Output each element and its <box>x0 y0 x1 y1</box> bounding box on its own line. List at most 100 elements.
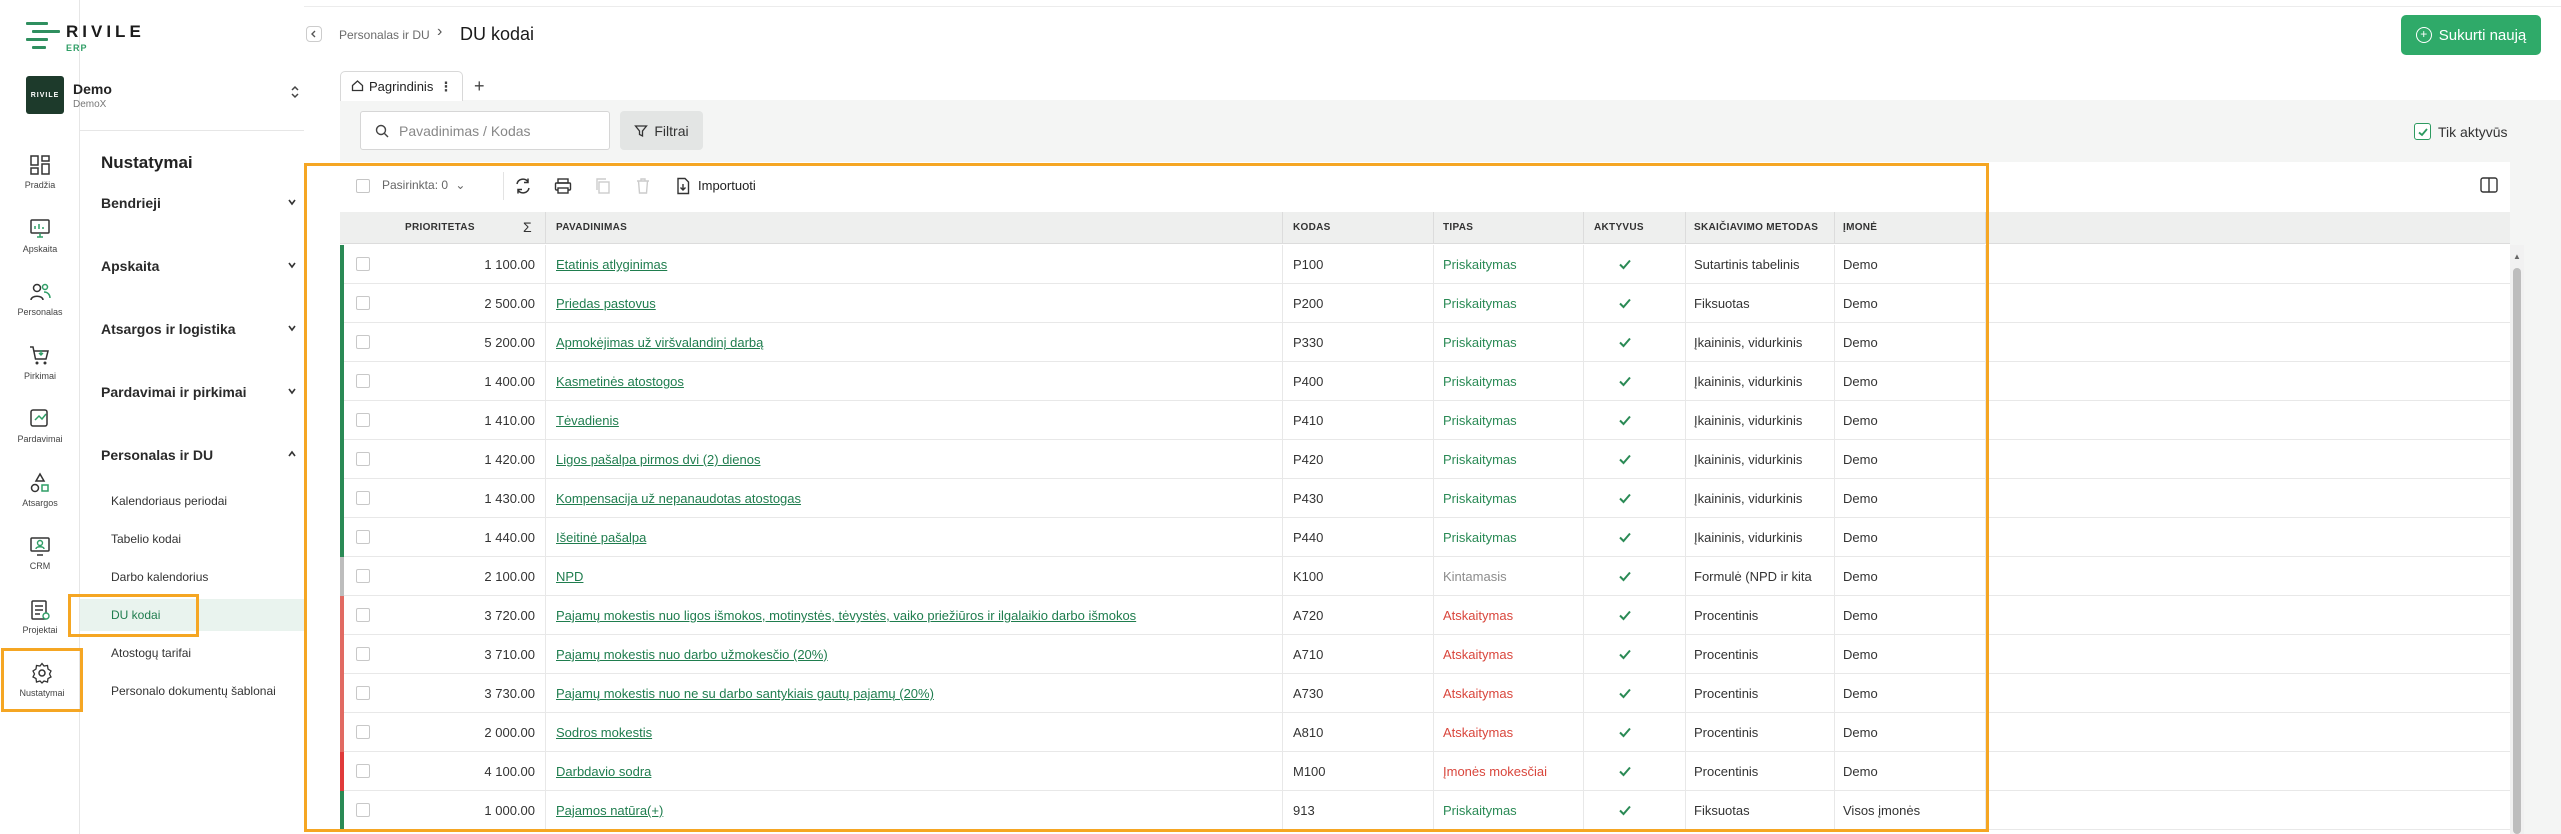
submenu-link-0[interactable]: Kalendoriaus periodai <box>80 485 304 517</box>
tab-menu-icon[interactable]: ⋮ <box>439 79 452 95</box>
table-row[interactable]: 2 100.00 NPD K100 Kintamasis Formulė (NPD ir… <box>340 557 2510 596</box>
col-header-company[interactable]: ĮMONĖ <box>1843 222 1877 233</box>
selection-dropdown[interactable]: Pasirinkta: 0 ⌄ <box>382 178 465 192</box>
rail-item-4[interactable]: Pardavimai <box>0 394 80 458</box>
cell-name[interactable]: Apmokėjimas už viršvalandinį darbą <box>556 335 763 350</box>
submenu-link-5[interactable]: Personalo dokumentų šablonai <box>80 675 304 707</box>
submenu-link-4[interactable]: Atostogų tarifai <box>80 637 304 669</box>
col-header-priority[interactable]: PRIORITETAS <box>405 222 475 233</box>
table-row[interactable]: 2 000.00 Sodros mokestis A810 Atskaitymas Pr… <box>340 713 2510 752</box>
rail-item-1[interactable]: Apskaita <box>0 204 80 268</box>
cell-name[interactable]: Ligos pašalpa pirmos dvi (2) dienos <box>556 452 761 467</box>
table-row[interactable]: 4 100.00 Darbdavio sodra M100 Įmonės mokesč… <box>340 752 2510 791</box>
col-header-method[interactable]: SKAIČIAVIMO METODAS <box>1694 222 1818 233</box>
row-name-link[interactable]: Sodros mokestis <box>556 725 652 740</box>
import-button[interactable]: Importuoti <box>698 178 756 193</box>
search-input[interactable] <box>399 122 599 139</box>
print-button[interactable] <box>553 176 573 196</box>
cell-name[interactable]: NPD <box>556 569 583 584</box>
rail-item-8[interactable]: Nustatymai <box>1 648 83 712</box>
rail-item-0[interactable]: Pradžia <box>0 140 80 204</box>
table-row[interactable]: 2 500.00 Priedas pastovus P200 Priskaitymas… <box>340 284 2510 323</box>
only-active-checkbox[interactable] <box>2414 123 2431 140</box>
rail-item-5[interactable]: Atsargos <box>0 458 80 522</box>
cell-name[interactable]: Išeitinė pašalpa <box>556 530 646 545</box>
cell-name[interactable]: Pajamos natūra(+) <box>556 803 663 818</box>
table-row[interactable]: 3 730.00 Pajamų mokestis nuo ne su darbo … <box>340 674 2510 713</box>
sigma-icon[interactable]: Σ <box>523 219 532 235</box>
table-row[interactable]: 1 000.00 Pajamos natūra(+) 913 Priskaitymas… <box>340 791 2510 830</box>
table-row[interactable]: 1 400.00 Kasmetinės atostogos P400 Priskait… <box>340 362 2510 401</box>
cell-name[interactable]: Pajamų mokestis nuo ligos išmokos, motin… <box>556 608 1136 623</box>
table-row[interactable]: 3 710.00 Pajamų mokestis nuo darbo užmoke… <box>340 635 2510 674</box>
col-header-type[interactable]: TIPAS <box>1443 222 1473 233</box>
rivile-logo[interactable]: RIVILE ERP <box>26 22 145 53</box>
rail-item-2[interactable]: Personalas <box>0 267 80 331</box>
table-row[interactable]: 3 720.00 Pajamų mokestis nuo ligos išmoko… <box>340 596 2510 635</box>
submenu-section-3[interactable]: Pardavimai ir pirkimai <box>101 384 301 400</box>
cell-name[interactable]: Darbdavio sodra <box>556 764 651 779</box>
cell-name[interactable]: Etatinis atlyginimas <box>556 257 667 272</box>
table-row[interactable]: 1 440.00 Išeitinė pašalpa P440 Priskaitymas… <box>340 518 2510 557</box>
table-row[interactable]: 1 420.00 Ligos pašalpa pirmos dvi (2) die… <box>340 440 2510 479</box>
cell-name[interactable]: Priedas pastovus <box>556 296 656 311</box>
submenu-link-2[interactable]: Darbo kalendorius <box>80 561 304 593</box>
refresh-button[interactable] <box>513 176 533 196</box>
filters-button[interactable]: Filtrai <box>620 111 703 150</box>
col-header-name[interactable]: PAVADINIMAS <box>556 222 627 233</box>
company-selector[interactable]: RIVILE Demo DemoX <box>26 75 306 115</box>
cell-name[interactable]: Pajamų mokestis nuo ne su darbo santykia… <box>556 686 934 701</box>
create-new-button[interactable]: + Sukurti naują <box>2401 15 2541 55</box>
cell-name[interactable]: Kasmetinės atostogos <box>556 374 684 389</box>
row-name-link[interactable]: Etatinis atlyginimas <box>556 257 667 272</box>
table-row[interactable]: 1 100.00 Etatinis atlyginimas P100 Priskait… <box>340 245 2510 284</box>
cell-name[interactable]: Tėvadienis <box>556 413 619 428</box>
submenu-section-1[interactable]: Apskaita <box>101 258 301 274</box>
row-name-link[interactable]: Ligos pašalpa pirmos dvi (2) dienos <box>556 452 761 467</box>
rail-item-6[interactable]: CRM <box>0 521 80 585</box>
scroll-up-arrow-icon[interactable]: ▲ <box>2513 252 2521 261</box>
row-name-link[interactable]: Darbdavio sodra <box>556 764 651 779</box>
rail-item-label: CRM <box>29 561 51 572</box>
col-header-code[interactable]: KODAS <box>1293 222 1331 233</box>
delete-button[interactable] <box>633 176 653 196</box>
row-name-link[interactable]: Priedas pastovus <box>556 296 656 311</box>
submenu-section-0[interactable]: Bendrieji <box>101 195 301 211</box>
row-name-link[interactable]: Išeitinė pašalpa <box>556 530 646 545</box>
submenu-section-4[interactable]: Personalas ir DU <box>101 447 301 463</box>
row-name-link[interactable]: Kompensacija už nepanaudotas atostogas <box>556 491 801 506</box>
scrollbar-thumb[interactable] <box>2513 268 2521 834</box>
cell-name[interactable]: Sodros mokestis <box>556 725 652 740</box>
row-name-link[interactable]: Tėvadienis <box>556 413 619 428</box>
create-new-label: Sukurti naują <box>2438 26 2527 44</box>
row-name-link[interactable]: Pajamų mokestis nuo ligos išmokos, motin… <box>556 608 1136 623</box>
submenu-link-3[interactable]: DU kodai <box>68 594 304 637</box>
row-name-link[interactable]: Pajamų mokestis nuo darbo užmokesčio (20… <box>556 647 828 662</box>
cell-code: M100 <box>1293 764 1326 779</box>
col-header-active[interactable]: AKTYVUS <box>1594 222 1644 233</box>
row-name-link[interactable]: NPD <box>556 569 583 584</box>
breadcrumb[interactable]: Personalas ir DU <box>339 28 430 42</box>
table-row[interactable]: 1 430.00 Kompensacija už nepanaudotas ato… <box>340 479 2510 518</box>
row-name-link[interactable]: Pajamų mokestis nuo ne su darbo santykia… <box>556 686 934 701</box>
collapse-sidebar-button[interactable] <box>306 26 322 42</box>
only-active-toggle[interactable]: Tik aktyvūs <box>2414 123 2508 140</box>
copy-button[interactable] <box>593 176 613 196</box>
row-name-link[interactable]: Pajamos natūra(+) <box>556 803 663 818</box>
row-name-link[interactable]: Apmokėjimas už viršvalandinį darbą <box>556 335 763 350</box>
row-name-link[interactable]: Kasmetinės atostogos <box>556 374 684 389</box>
add-tab-button[interactable]: + <box>474 76 485 97</box>
cell-name[interactable]: Kompensacija už nepanaudotas atostogas <box>556 491 801 506</box>
funnel-icon <box>634 124 649 137</box>
submenu-section-2[interactable]: Atsargos ir logistika <box>101 321 301 337</box>
select-all-checkbox[interactable] <box>356 179 370 193</box>
rail-item-3[interactable]: Pirkimai <box>0 331 80 395</box>
tab-pagrindinis[interactable]: Pagrindinis ⋮ <box>340 71 464 101</box>
submenu-link-1[interactable]: Tabelio kodai <box>80 523 304 555</box>
search-field[interactable] <box>360 111 610 150</box>
table-row[interactable]: 1 410.00 Tėvadienis P410 Priskaitymas Įkaini… <box>340 401 2510 440</box>
cell-name[interactable]: Pajamų mokestis nuo darbo užmokesčio (20… <box>556 647 828 662</box>
crm-icon <box>30 537 50 556</box>
column-panel-button[interactable] <box>2478 174 2500 196</box>
table-row[interactable]: 5 200.00 Apmokėjimas už viršvalandinį dar… <box>340 323 2510 362</box>
